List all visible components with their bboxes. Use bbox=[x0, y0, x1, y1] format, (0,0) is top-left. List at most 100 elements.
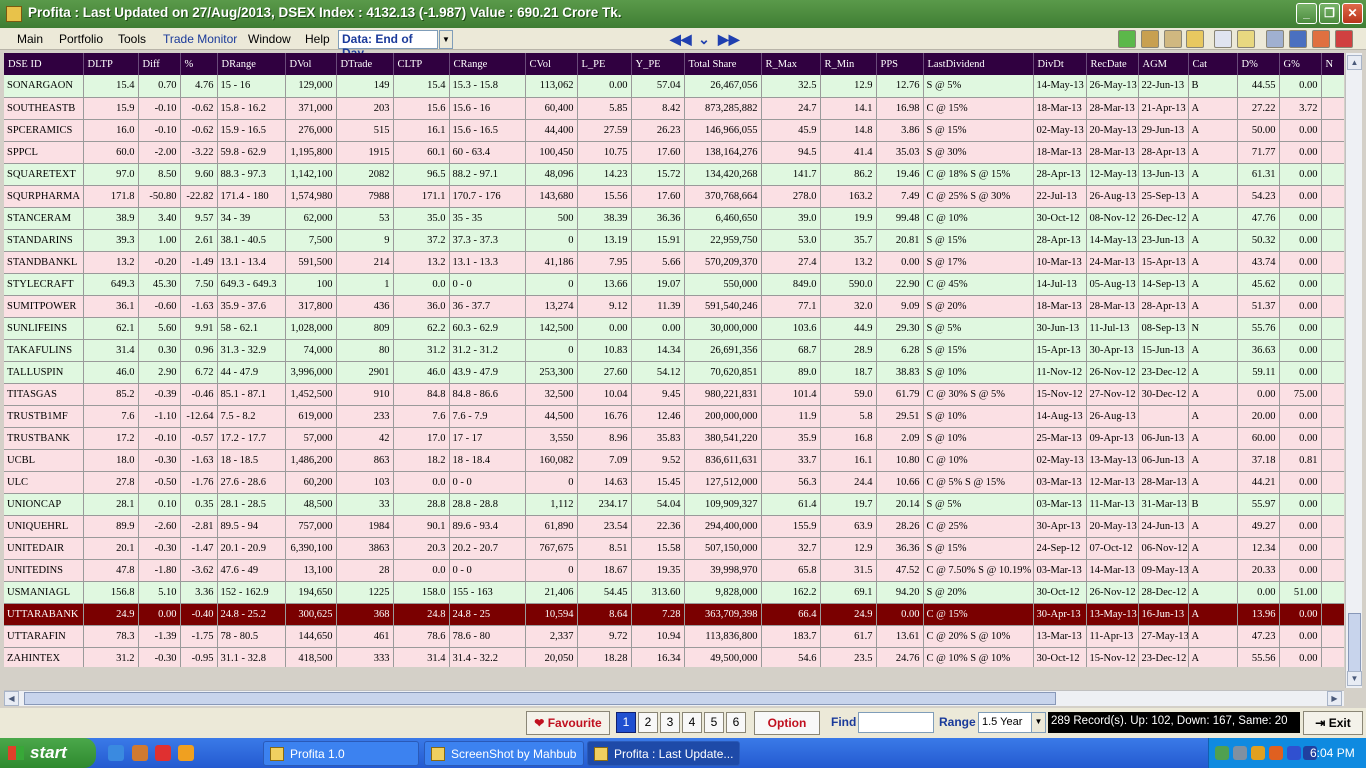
table-row[interactable]: UCBL 18.0 -0.30 -1.63 18 - 18.5 1,486,200 863 1… bbox=[4, 449, 1344, 472]
first-page-icon[interactable]: ◀◀ bbox=[670, 29, 692, 49]
restore-button[interactable]: ❐ bbox=[1319, 3, 1340, 24]
table-row[interactable]: UTTARAFIN 78.3 -1.39 -1.75 78 - 80.5 144,650 4… bbox=[4, 625, 1344, 648]
help-book-icon[interactable] bbox=[1335, 30, 1353, 48]
table-row[interactable]: TRUSTBANK 17.2 -0.10 -0.57 17.2 - 17.7 57,000… bbox=[4, 427, 1344, 450]
table-row[interactable]: UNIQUEHRL 89.9 -2.60 -2.81 89.5 - 94 757,000 1… bbox=[4, 515, 1344, 538]
column-header[interactable]: R_Max bbox=[761, 53, 821, 75]
table-row[interactable]: TRUSTB1MF 7.6 -1.10 -12.64 7.5 - 8.2 619,000 2… bbox=[4, 405, 1344, 428]
bluetooth-icon[interactable] bbox=[1287, 746, 1301, 760]
close-button[interactable]: ✕ bbox=[1342, 3, 1363, 24]
page-4-button[interactable]: 4 bbox=[682, 712, 702, 733]
minimize-button[interactable]: _ bbox=[1296, 3, 1317, 24]
task-profita-1[interactable]: Profita 1.0 bbox=[263, 741, 419, 766]
column-header[interactable]: N bbox=[1321, 53, 1344, 75]
column-header[interactable]: DVol bbox=[285, 53, 337, 75]
edit-icon[interactable] bbox=[1214, 30, 1232, 48]
column-header[interactable]: D% bbox=[1237, 53, 1280, 75]
find-input[interactable] bbox=[858, 712, 934, 733]
table-row[interactable]: ZAHINTEX 31.2 -0.30 -0.95 31.1 - 32.8 418,500… bbox=[4, 647, 1344, 667]
scroll-up-icon[interactable]: ▲ bbox=[1347, 55, 1362, 70]
menu-main[interactable]: Main bbox=[17, 32, 43, 46]
column-header[interactable]: L_PE bbox=[577, 53, 632, 75]
opera-icon[interactable] bbox=[155, 745, 171, 761]
chevron-down-icon[interactable]: ▼ bbox=[1031, 713, 1045, 732]
column-header[interactable]: PPS bbox=[876, 53, 924, 75]
books-icon[interactable] bbox=[1141, 30, 1159, 48]
column-header[interactable]: CVol bbox=[525, 53, 578, 75]
page-2-button[interactable]: 2 bbox=[638, 712, 658, 733]
expand-icon[interactable]: ⌄ bbox=[694, 29, 714, 49]
table-row[interactable]: UNITEDINS 47.8 -1.80 -3.62 47.6 - 49 13,100 28… bbox=[4, 559, 1344, 582]
column-header[interactable]: Diff bbox=[138, 53, 181, 75]
security-icon[interactable] bbox=[1269, 746, 1283, 760]
table-row[interactable]: SOUTHEASTB 15.9 -0.10 -0.62 15.8 - 16.2 371,0… bbox=[4, 97, 1344, 120]
last-page-icon[interactable]: ▶▶ bbox=[718, 29, 740, 49]
exit-button[interactable]: ⇥ Exit bbox=[1303, 711, 1363, 735]
menu-help[interactable]: Help bbox=[305, 32, 330, 46]
table-row[interactable]: SPPCL 60.0 -2.00 -3.22 59.8 - 62.9 1,195,800 1… bbox=[4, 141, 1344, 164]
start-button[interactable]: start bbox=[0, 738, 96, 768]
column-header[interactable]: R_Min bbox=[820, 53, 877, 75]
calendar-icon[interactable] bbox=[1312, 30, 1330, 48]
table-row[interactable]: STYLECRAFT 649.3 45.30 7.50 649.3 - 649.3 100… bbox=[4, 273, 1344, 296]
table-row[interactable]: TITASGAS 85.2 -0.39 -0.46 85.1 - 87.1 1,452,5… bbox=[4, 383, 1344, 406]
vertical-scroll-thumb[interactable] bbox=[1348, 613, 1361, 673]
column-header[interactable]: G% bbox=[1279, 53, 1322, 75]
page-1-button[interactable]: 1 bbox=[616, 712, 636, 733]
table-row[interactable]: UNIONCAP 28.1 0.10 0.35 28.1 - 28.5 48,500 33 2… bbox=[4, 493, 1344, 516]
page-3-button[interactable]: 3 bbox=[660, 712, 680, 733]
column-header[interactable]: Total Share bbox=[684, 53, 762, 75]
table-row[interactable]: STANDBANKL 13.2 -0.20 -1.49 13.1 - 13.4 591,5… bbox=[4, 251, 1344, 274]
chevron-down-icon[interactable]: ▼ bbox=[439, 30, 453, 49]
favourite-button[interactable]: ❤ Favourite bbox=[526, 711, 610, 735]
scroll-left-icon[interactable]: ◀ bbox=[4, 691, 19, 706]
column-header[interactable]: DLTP bbox=[83, 53, 139, 75]
column-header[interactable]: CLTP bbox=[393, 53, 450, 75]
column-header[interactable]: DRange bbox=[217, 53, 286, 75]
vlc-icon[interactable] bbox=[178, 745, 194, 761]
table-row[interactable]: TAKAFULINS 31.4 0.30 0.96 31.3 - 32.9 74,000 8… bbox=[4, 339, 1344, 362]
task-profita-main[interactable]: Profita : Last Update... bbox=[587, 741, 740, 766]
column-header[interactable]: Cat bbox=[1188, 53, 1238, 75]
table-row[interactable]: STANCERAM 38.9 3.40 9.57 34 - 39 62,000 53 35.0… bbox=[4, 207, 1344, 230]
menu-portfolio[interactable]: Portfolio bbox=[59, 32, 103, 46]
column-header[interactable]: Y_PE bbox=[631, 53, 685, 75]
column-header[interactable]: DivDt bbox=[1033, 53, 1087, 75]
folder-icon[interactable] bbox=[1186, 30, 1204, 48]
note-icon[interactable] bbox=[1237, 30, 1255, 48]
task-screenshot[interactable]: ScreenShot by Mahbub bbox=[424, 741, 584, 766]
column-header[interactable]: % bbox=[180, 53, 218, 75]
table-row[interactable]: ULC 27.8 -0.50 -1.76 27.6 - 28.6 60,200 103 0.0… bbox=[4, 471, 1344, 494]
table-row[interactable]: SONARGAON 15.4 0.70 4.76 15 - 16 129,000 149 15… bbox=[4, 75, 1344, 98]
table-row[interactable]: STANDARINS 39.3 1.00 2.61 38.1 - 40.5 7,500 9 3… bbox=[4, 229, 1344, 252]
antivirus-icon[interactable] bbox=[1251, 746, 1265, 760]
table-row[interactable]: USMANIAGL 156.8 5.10 3.36 152 - 162.9 194,650… bbox=[4, 581, 1344, 604]
scroll-down-icon[interactable]: ▼ bbox=[1347, 671, 1362, 686]
table-row[interactable]: SQUARETEXT 97.0 8.50 9.60 88.3 - 97.3 1,142,1… bbox=[4, 163, 1344, 186]
table-row[interactable]: SUMITPOWER 36.1 -0.60 -1.63 35.9 - 37.6 317,8… bbox=[4, 295, 1344, 318]
horizontal-scroll-thumb[interactable] bbox=[24, 692, 1056, 705]
column-header[interactable]: RecDate bbox=[1086, 53, 1139, 75]
scroll-right-icon[interactable]: ▶ bbox=[1327, 691, 1342, 706]
table-row[interactable]: UNITEDAIR 20.1 -0.30 -1.47 20.1 - 20.9 6,390,… bbox=[4, 537, 1344, 560]
column-header[interactable]: CRange bbox=[449, 53, 526, 75]
table-row[interactable]: SPCERAMICS 16.0 -0.10 -0.62 15.9 - 16.5 276,0… bbox=[4, 119, 1344, 142]
network-icon[interactable] bbox=[1215, 746, 1229, 760]
column-header[interactable]: LastDividend bbox=[923, 53, 1034, 75]
download-icon[interactable] bbox=[1118, 30, 1136, 48]
page-6-button[interactable]: 6 bbox=[726, 712, 746, 733]
vertical-scrollbar[interactable]: ▲ ▼ bbox=[1345, 53, 1362, 688]
data-mode-select[interactable]: Data: End of Day bbox=[338, 30, 438, 60]
sync-icon[interactable] bbox=[1233, 746, 1247, 760]
column-header[interactable]: DTrade bbox=[336, 53, 394, 75]
table-row[interactable]: TALLUSPIN 46.0 2.90 6.72 44 - 47.9 3,996,000 2… bbox=[4, 361, 1344, 384]
column-header[interactable]: DSE ID bbox=[4, 53, 84, 75]
table-row[interactable]: UTTARABANK 24.9 0.00 -0.40 24.8 - 25.2 300,62… bbox=[4, 603, 1344, 626]
ie-icon[interactable] bbox=[108, 745, 124, 761]
menu-tools[interactable]: Tools bbox=[118, 32, 146, 46]
table-row[interactable]: SQURPHARMA 171.8 -50.80 -22.82 171.4 - 180 1,… bbox=[4, 185, 1344, 208]
column-header[interactable]: AGM bbox=[1138, 53, 1189, 75]
media-icon[interactable] bbox=[132, 745, 148, 761]
option-button[interactable]: Option bbox=[754, 711, 820, 735]
monitor-icon[interactable] bbox=[1266, 30, 1284, 48]
